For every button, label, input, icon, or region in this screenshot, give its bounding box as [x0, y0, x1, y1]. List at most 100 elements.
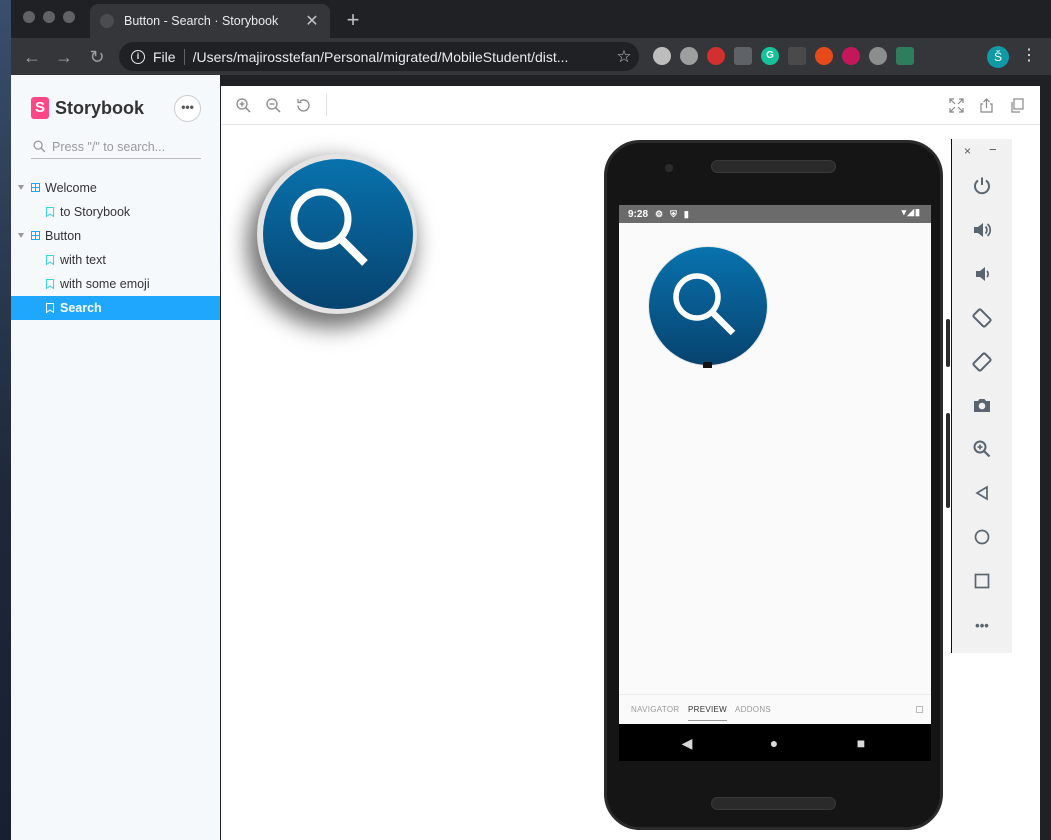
extension-4-icon[interactable]: [734, 47, 752, 65]
window-controls: [23, 11, 75, 23]
top-speaker: [711, 160, 836, 173]
extension-7-icon[interactable]: [815, 47, 833, 65]
magnifier-icon: [673, 273, 736, 336]
overview-square-icon[interactable]: [971, 570, 993, 592]
reload-button[interactable]: ↻: [84, 44, 110, 70]
toolbar-divider: [326, 94, 327, 116]
android-nav-bar: ◀ ● ■: [619, 724, 931, 761]
extension-2-icon[interactable]: [680, 47, 698, 65]
volume-down-icon[interactable]: [971, 263, 993, 285]
forward-button[interactable]: →: [51, 44, 77, 70]
fullscreen-icon[interactable]: [948, 97, 965, 114]
minimize-window-button[interactable]: [43, 11, 55, 23]
zoom-icon[interactable]: [971, 438, 993, 460]
grammarly-icon[interactable]: G: [761, 47, 779, 65]
sidebar-menu-button[interactable]: •••: [174, 95, 201, 122]
extension-10-icon[interactable]: [896, 47, 914, 65]
bookmark-icon: [46, 255, 54, 265]
storybook-brand[interactable]: S Storybook: [31, 97, 144, 119]
power-side-button: [946, 319, 950, 367]
preview-toolbar: [221, 86, 1040, 125]
browser-menu-icon[interactable]: ⋮: [1021, 46, 1037, 66]
extension-9-icon[interactable]: [869, 47, 887, 65]
share-icon[interactable]: [978, 97, 995, 114]
brand-name: Storybook: [55, 97, 145, 118]
rotate-left-icon[interactable]: [971, 307, 993, 329]
sdcard-status-icon: ▮: [683, 208, 689, 219]
rotate-right-icon[interactable]: [971, 351, 993, 373]
storybook-sidebar: S Storybook ••• Welcome to Storybook But…: [11, 75, 220, 840]
emulator-control-panel: × − •••: [951, 139, 1012, 653]
tree-label: Search: [60, 301, 102, 315]
tree-label: to Storybook: [60, 205, 131, 219]
bottom-speaker: [711, 797, 836, 810]
back-triangle-icon[interactable]: [971, 482, 993, 504]
more-options-icon[interactable]: •••: [971, 614, 993, 636]
caret-down-icon: [18, 233, 24, 238]
tree-story-search[interactable]: Search: [11, 296, 220, 320]
tab-title: Button - Search · Storybook: [124, 14, 279, 28]
tab-navigator[interactable]: NAVIGATOR: [631, 705, 680, 714]
android-emulator-device: 9:28 ⚙ ⛨ ▮ ▾◢▮ NAVIGATOR PREVIEW ADDONS …: [604, 140, 950, 830]
story-tree: Welcome to Storybook Button with text wi…: [11, 176, 220, 320]
power-icon[interactable]: [971, 175, 993, 197]
url-separator: [183, 48, 185, 65]
profile-avatar[interactable]: Š: [987, 46, 1009, 68]
extension-8-icon[interactable]: [842, 47, 860, 65]
tree-group-welcome[interactable]: Welcome: [11, 176, 220, 200]
bookmark-icon: [46, 207, 54, 217]
url-scheme: File: [153, 48, 176, 65]
ondevice-tabs: NAVIGATOR PREVIEW ADDONS: [619, 694, 931, 724]
close-window-button[interactable]: [23, 11, 35, 23]
home-circle-icon[interactable]: [971, 526, 993, 548]
tab-strip: Button - Search · Storybook ✕ +: [11, 0, 1051, 38]
address-bar[interactable]: i File /Users/majirosstefan/Personal/mig…: [119, 42, 639, 71]
tree-group-button[interactable]: Button: [11, 224, 220, 248]
front-camera: [665, 164, 673, 172]
zoom-reset-icon[interactable]: [295, 97, 312, 114]
tree-label: Welcome: [45, 181, 97, 195]
search-icon: [33, 140, 46, 153]
screenshot-camera-icon[interactable]: [971, 394, 993, 416]
emulator-minimize-button[interactable]: −: [989, 142, 997, 157]
storybook-logo-icon: S: [31, 97, 49, 119]
copy-link-icon[interactable]: [1009, 97, 1026, 114]
home-nav-icon[interactable]: ●: [766, 735, 782, 751]
device-screen: 9:28 ⚙ ⛨ ▮ ▾◢▮ NAVIGATOR PREVIEW ADDONS …: [619, 205, 931, 761]
status-bar: 9:28 ⚙ ⛨ ▮ ▾◢▮: [619, 205, 931, 223]
volume-up-icon[interactable]: [971, 219, 993, 241]
signal-battery-icons: ▾◢▮: [901, 207, 921, 217]
checkbox-icon[interactable]: [916, 706, 923, 713]
tree-story-with-text[interactable]: with text: [11, 248, 220, 272]
bookmark-icon: [46, 303, 54, 313]
tab-preview[interactable]: PREVIEW: [688, 705, 727, 721]
tree-label: Button: [45, 229, 82, 243]
tree-story-with-some-emoji[interactable]: with some emoji: [11, 272, 220, 296]
extension-6-icon[interactable]: [788, 47, 806, 65]
caret-down-icon: [18, 185, 24, 190]
search-input[interactable]: [52, 139, 192, 154]
device-search-button[interactable]: [649, 247, 769, 371]
maximize-window-button[interactable]: [63, 11, 75, 23]
shield-status-icon: ⛨: [670, 208, 677, 219]
browser-tab[interactable]: Button - Search · Storybook ✕: [90, 4, 330, 38]
zoom-in-icon[interactable]: [235, 97, 252, 114]
component-icon: [31, 183, 40, 192]
tab-addons[interactable]: ADDONS: [735, 705, 771, 714]
recents-nav-icon[interactable]: ■: [853, 735, 869, 751]
url-text[interactable]: /Users/majirosstefan/Personal/migrated/M…: [193, 49, 609, 65]
emulator-close-button[interactable]: ×: [964, 144, 971, 158]
tab-close-icon[interactable]: ✕: [304, 11, 320, 31]
extension-3-icon[interactable]: [707, 47, 725, 65]
back-nav-icon[interactable]: ◀: [679, 735, 695, 751]
extension-1-icon[interactable]: [653, 47, 671, 65]
settings-status-icon: ⚙: [655, 208, 664, 219]
tree-story-to-storybook[interactable]: to Storybook: [11, 200, 220, 224]
site-info-icon[interactable]: i: [131, 49, 145, 64]
zoom-out-icon[interactable]: [265, 97, 282, 114]
new-tab-button[interactable]: +: [341, 7, 365, 33]
back-button[interactable]: ←: [19, 44, 45, 70]
bookmark-star-icon[interactable]: ☆: [609, 47, 639, 67]
search-button-preview[interactable]: [257, 150, 421, 320]
bookmark-icon: [46, 279, 54, 289]
